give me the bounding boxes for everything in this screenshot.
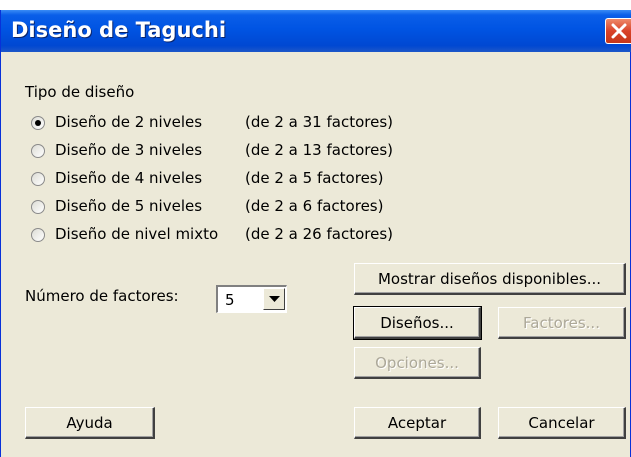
close-button[interactable] bbox=[605, 18, 631, 44]
radio-mixed-level[interactable] bbox=[31, 228, 45, 242]
window-title: Diseño de Taguchi bbox=[11, 18, 227, 42]
radio-label-mixed-level[interactable]: Diseño de nivel mixto bbox=[55, 225, 218, 243]
dropdown-arrow-button[interactable] bbox=[263, 288, 285, 310]
radio-3-levels[interactable] bbox=[31, 144, 45, 158]
title-bar[interactable]: Diseño de Taguchi bbox=[1, 10, 631, 52]
help-button[interactable]: Ayuda bbox=[25, 407, 155, 439]
radio-2-levels[interactable] bbox=[31, 116, 45, 130]
chevron-down-icon bbox=[269, 296, 280, 302]
radio-5-levels[interactable] bbox=[31, 200, 45, 214]
ok-button[interactable]: Aceptar bbox=[354, 407, 481, 439]
radio-label-5-levels[interactable]: Diseño de 5 niveles bbox=[55, 197, 202, 215]
show-available-designs-button[interactable]: Mostrar diseños disponibles... bbox=[354, 263, 626, 295]
cancel-button[interactable]: Cancelar bbox=[498, 407, 626, 439]
factors-button[interactable]: Factores... bbox=[498, 307, 626, 339]
designs-button[interactable]: Diseños... bbox=[353, 306, 482, 340]
factors-count-label: Número de factores: bbox=[25, 287, 179, 305]
radio-label-4-levels[interactable]: Diseño de 4 niveles bbox=[55, 169, 202, 187]
radio-4-levels[interactable] bbox=[31, 172, 45, 186]
factors-count-value: 5 bbox=[225, 291, 235, 309]
radio-label-2-levels[interactable]: Diseño de 2 niveles bbox=[55, 113, 202, 131]
options-button[interactable]: Opciones... bbox=[354, 347, 481, 379]
range-3-levels: (de 2 a 13 factores) bbox=[245, 141, 394, 159]
range-2-levels: (de 2 a 31 factores) bbox=[245, 113, 394, 131]
range-5-levels: (de 2 a 6 factores) bbox=[245, 197, 384, 215]
radio-label-3-levels[interactable]: Diseño de 3 niveles bbox=[55, 141, 202, 159]
design-type-heading: Tipo de diseño bbox=[25, 83, 135, 101]
factors-count-select[interactable]: 5 bbox=[216, 285, 287, 313]
range-4-levels: (de 2 a 5 factores) bbox=[245, 169, 384, 187]
taguchi-dialog: Diseño de Taguchi Tipo de diseño Diseño … bbox=[0, 10, 631, 457]
range-mixed-level: (de 2 a 26 factores) bbox=[245, 225, 394, 243]
